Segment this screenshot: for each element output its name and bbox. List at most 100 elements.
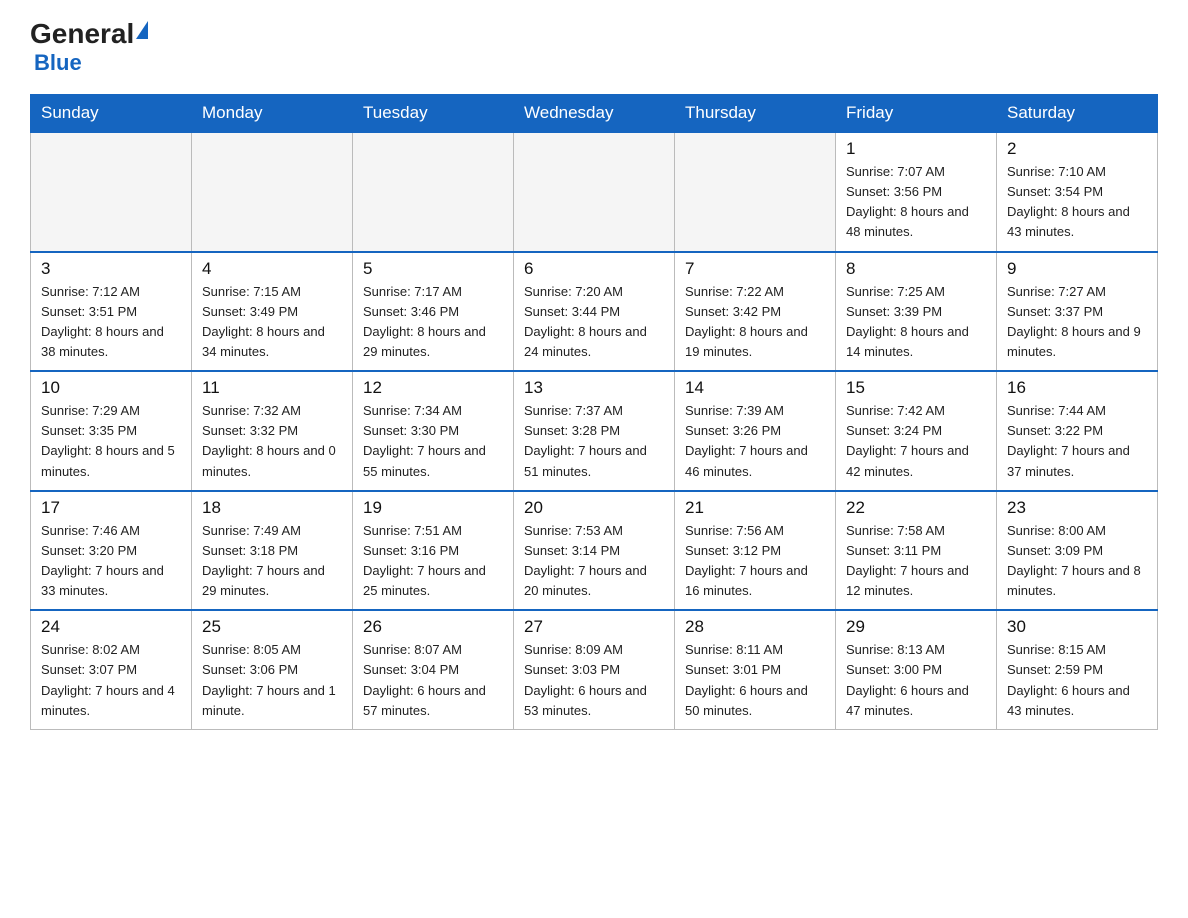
day-info: Sunrise: 7:29 AMSunset: 3:35 PMDaylight:… xyxy=(41,401,181,482)
weekday-header-tuesday: Tuesday xyxy=(353,95,514,133)
calendar-cell: 28 Sunrise: 8:11 AMSunset: 3:01 PMDayligh… xyxy=(675,610,836,729)
calendar-cell: 23 Sunrise: 8:00 AMSunset: 3:09 PMDayligh… xyxy=(997,491,1158,611)
day-number: 16 xyxy=(1007,378,1147,398)
calendar-cell: 13 Sunrise: 7:37 AMSunset: 3:28 PMDayligh… xyxy=(514,371,675,491)
day-number: 8 xyxy=(846,259,986,279)
day-number: 5 xyxy=(363,259,503,279)
calendar-cell xyxy=(675,132,836,252)
day-info: Sunrise: 7:25 AMSunset: 3:39 PMDaylight:… xyxy=(846,282,986,363)
day-number: 26 xyxy=(363,617,503,637)
day-number: 17 xyxy=(41,498,181,518)
calendar-cell: 8 Sunrise: 7:25 AMSunset: 3:39 PMDaylight… xyxy=(836,252,997,372)
calendar-cell: 5 Sunrise: 7:17 AMSunset: 3:46 PMDaylight… xyxy=(353,252,514,372)
calendar-cell: 6Sunrise: 7:20 AMSunset: 3:44 PMDaylight… xyxy=(514,252,675,372)
day-info: Sunrise: 7:27 AMSunset: 3:37 PMDaylight:… xyxy=(1007,282,1147,363)
calendar-cell: 26 Sunrise: 8:07 AMSunset: 3:04 PMDayligh… xyxy=(353,610,514,729)
day-number: 13 xyxy=(524,378,664,398)
day-info: Sunrise: 8:15 AMSunset: 2:59 PMDaylight:… xyxy=(1007,640,1147,721)
day-number: 25 xyxy=(202,617,342,637)
day-number: 4 xyxy=(202,259,342,279)
calendar-cell: 19 Sunrise: 7:51 AMSunset: 3:16 PMDayligh… xyxy=(353,491,514,611)
day-number: 28 xyxy=(685,617,825,637)
day-info: Sunrise: 8:11 AMSunset: 3:01 PMDaylight:… xyxy=(685,640,825,721)
day-info: Sunrise: 7:44 AMSunset: 3:22 PMDaylight:… xyxy=(1007,401,1147,482)
calendar-cell: 12 Sunrise: 7:34 AMSunset: 3:30 PMDayligh… xyxy=(353,371,514,491)
day-info: Sunrise: 7:07 AMSunset: 3:56 PMDaylight:… xyxy=(846,162,986,243)
page-header: General Blue xyxy=(30,20,1158,76)
day-info: Sunrise: 7:42 AMSunset: 3:24 PMDaylight:… xyxy=(846,401,986,482)
day-number: 7 xyxy=(685,259,825,279)
day-info: Sunrise: 8:02 AMSunset: 3:07 PMDaylight:… xyxy=(41,640,181,721)
day-number: 1 xyxy=(846,139,986,159)
day-info: Sunrise: 8:05 AMSunset: 3:06 PMDaylight:… xyxy=(202,640,342,721)
day-info: Sunrise: 8:09 AMSunset: 3:03 PMDaylight:… xyxy=(524,640,664,721)
calendar-cell: 7 Sunrise: 7:22 AMSunset: 3:42 PMDaylight… xyxy=(675,252,836,372)
day-number: 19 xyxy=(363,498,503,518)
day-info: Sunrise: 8:00 AMSunset: 3:09 PMDaylight:… xyxy=(1007,521,1147,602)
weekday-header-wednesday: Wednesday xyxy=(514,95,675,133)
calendar-cell: 21 Sunrise: 7:56 AMSunset: 3:12 PMDayligh… xyxy=(675,491,836,611)
day-info: Sunrise: 7:22 AMSunset: 3:42 PMDaylight:… xyxy=(685,282,825,363)
calendar-cell xyxy=(31,132,192,252)
day-info: Sunrise: 7:15 AMSunset: 3:49 PMDaylight:… xyxy=(202,282,342,363)
day-number: 12 xyxy=(363,378,503,398)
calendar-cell xyxy=(192,132,353,252)
day-info: Sunrise: 7:34 AMSunset: 3:30 PMDaylight:… xyxy=(363,401,503,482)
day-number: 11 xyxy=(202,378,342,398)
day-info: Sunrise: 7:39 AMSunset: 3:26 PMDaylight:… xyxy=(685,401,825,482)
calendar-cell: 22 Sunrise: 7:58 AMSunset: 3:11 PMDayligh… xyxy=(836,491,997,611)
calendar-cell: 16 Sunrise: 7:44 AMSunset: 3:22 PMDayligh… xyxy=(997,371,1158,491)
day-number: 2 xyxy=(1007,139,1147,159)
calendar-cell: 30 Sunrise: 8:15 AMSunset: 2:59 PMDayligh… xyxy=(997,610,1158,729)
calendar-cell xyxy=(353,132,514,252)
day-info: Sunrise: 7:51 AMSunset: 3:16 PMDaylight:… xyxy=(363,521,503,602)
calendar-cell: 15 Sunrise: 7:42 AMSunset: 3:24 PMDayligh… xyxy=(836,371,997,491)
day-info: Sunrise: 7:53 AMSunset: 3:14 PMDaylight:… xyxy=(524,521,664,602)
day-info: Sunrise: 7:58 AMSunset: 3:11 PMDaylight:… xyxy=(846,521,986,602)
day-info: Sunrise: 7:17 AMSunset: 3:46 PMDaylight:… xyxy=(363,282,503,363)
calendar-cell: 1 Sunrise: 7:07 AMSunset: 3:56 PMDaylight… xyxy=(836,132,997,252)
day-info: Sunrise: 7:20 AMSunset: 3:44 PMDaylight:… xyxy=(524,282,664,363)
calendar-cell: 2 Sunrise: 7:10 AMSunset: 3:54 PMDaylight… xyxy=(997,132,1158,252)
day-number: 23 xyxy=(1007,498,1147,518)
logo-general: General xyxy=(30,20,134,48)
day-info: Sunrise: 7:12 AMSunset: 3:51 PMDaylight:… xyxy=(41,282,181,363)
logo: General Blue xyxy=(30,20,148,76)
day-number: 20 xyxy=(524,498,664,518)
weekday-header-saturday: Saturday xyxy=(997,95,1158,133)
weekday-header-monday: Monday xyxy=(192,95,353,133)
day-number: 29 xyxy=(846,617,986,637)
day-number: 18 xyxy=(202,498,342,518)
logo-triangle-icon xyxy=(136,21,148,39)
weekday-header-friday: Friday xyxy=(836,95,997,133)
calendar-week-row: 10 Sunrise: 7:29 AMSunset: 3:35 PMDayligh… xyxy=(31,371,1158,491)
calendar-week-row: 24Sunrise: 8:02 AMSunset: 3:07 PMDayligh… xyxy=(31,610,1158,729)
calendar-cell: 10 Sunrise: 7:29 AMSunset: 3:35 PMDayligh… xyxy=(31,371,192,491)
day-info: Sunrise: 7:56 AMSunset: 3:12 PMDaylight:… xyxy=(685,521,825,602)
calendar-cell: 14 Sunrise: 7:39 AMSunset: 3:26 PMDayligh… xyxy=(675,371,836,491)
logo-blue: Blue xyxy=(34,50,82,76)
day-number: 15 xyxy=(846,378,986,398)
calendar-cell: 18 Sunrise: 7:49 AMSunset: 3:18 PMDayligh… xyxy=(192,491,353,611)
day-info: Sunrise: 7:37 AMSunset: 3:28 PMDaylight:… xyxy=(524,401,664,482)
weekday-header-row: SundayMondayTuesdayWednesdayThursdayFrid… xyxy=(31,95,1158,133)
calendar-cell: 17 Sunrise: 7:46 AMSunset: 3:20 PMDayligh… xyxy=(31,491,192,611)
calendar-week-row: 1 Sunrise: 7:07 AMSunset: 3:56 PMDaylight… xyxy=(31,132,1158,252)
day-number: 9 xyxy=(1007,259,1147,279)
day-number: 14 xyxy=(685,378,825,398)
day-info: Sunrise: 8:07 AMSunset: 3:04 PMDaylight:… xyxy=(363,640,503,721)
calendar-week-row: 17 Sunrise: 7:46 AMSunset: 3:20 PMDayligh… xyxy=(31,491,1158,611)
calendar-cell: 11Sunrise: 7:32 AMSunset: 3:32 PMDayligh… xyxy=(192,371,353,491)
weekday-header-sunday: Sunday xyxy=(31,95,192,133)
day-info: Sunrise: 7:49 AMSunset: 3:18 PMDaylight:… xyxy=(202,521,342,602)
calendar-cell: 27Sunrise: 8:09 AMSunset: 3:03 PMDayligh… xyxy=(514,610,675,729)
day-info: Sunrise: 7:10 AMSunset: 3:54 PMDaylight:… xyxy=(1007,162,1147,243)
day-number: 22 xyxy=(846,498,986,518)
calendar-cell: 29Sunrise: 8:13 AMSunset: 3:00 PMDayligh… xyxy=(836,610,997,729)
day-info: Sunrise: 7:46 AMSunset: 3:20 PMDaylight:… xyxy=(41,521,181,602)
day-number: 10 xyxy=(41,378,181,398)
calendar-cell: 3Sunrise: 7:12 AMSunset: 3:51 PMDaylight… xyxy=(31,252,192,372)
calendar-week-row: 3Sunrise: 7:12 AMSunset: 3:51 PMDaylight… xyxy=(31,252,1158,372)
day-number: 30 xyxy=(1007,617,1147,637)
day-number: 21 xyxy=(685,498,825,518)
